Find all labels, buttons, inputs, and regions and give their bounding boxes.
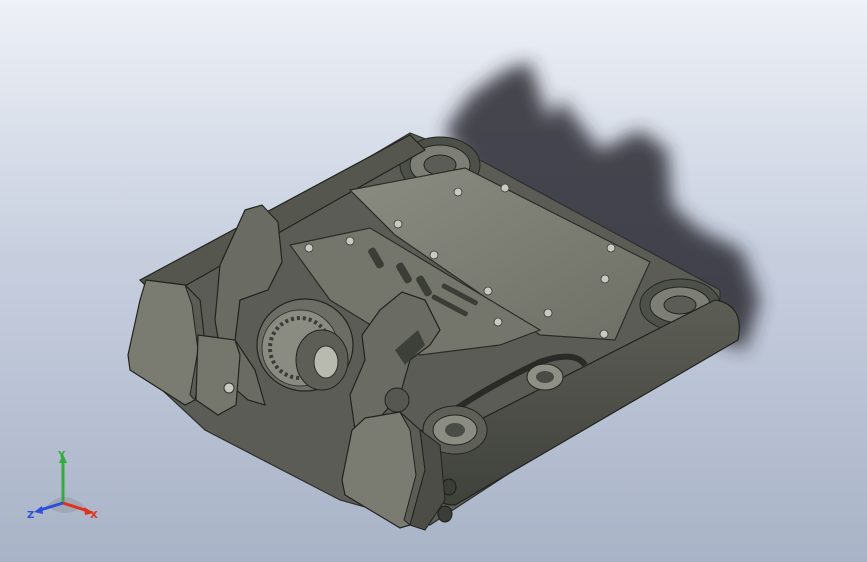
- weapon-drum: [256, 298, 354, 392]
- rail-bolt-2: [437, 505, 453, 523]
- view-orientation-triad[interactable]: Y X Z: [22, 448, 112, 528]
- cad-model-scene[interactable]: [0, 0, 867, 562]
- left-pivot-bolt: [223, 382, 235, 394]
- left-center-block: [195, 334, 241, 416]
- inner-pulley: [526, 363, 564, 391]
- triad-z-arrow: [34, 506, 43, 514]
- graphics-viewport[interactable]: Y X Z: [0, 0, 867, 562]
- arm-pivot: [384, 387, 410, 413]
- triad-z-label: Z: [27, 510, 34, 521]
- triad-x-label: X: [90, 510, 98, 521]
- triad-y-label: Y: [57, 450, 66, 461]
